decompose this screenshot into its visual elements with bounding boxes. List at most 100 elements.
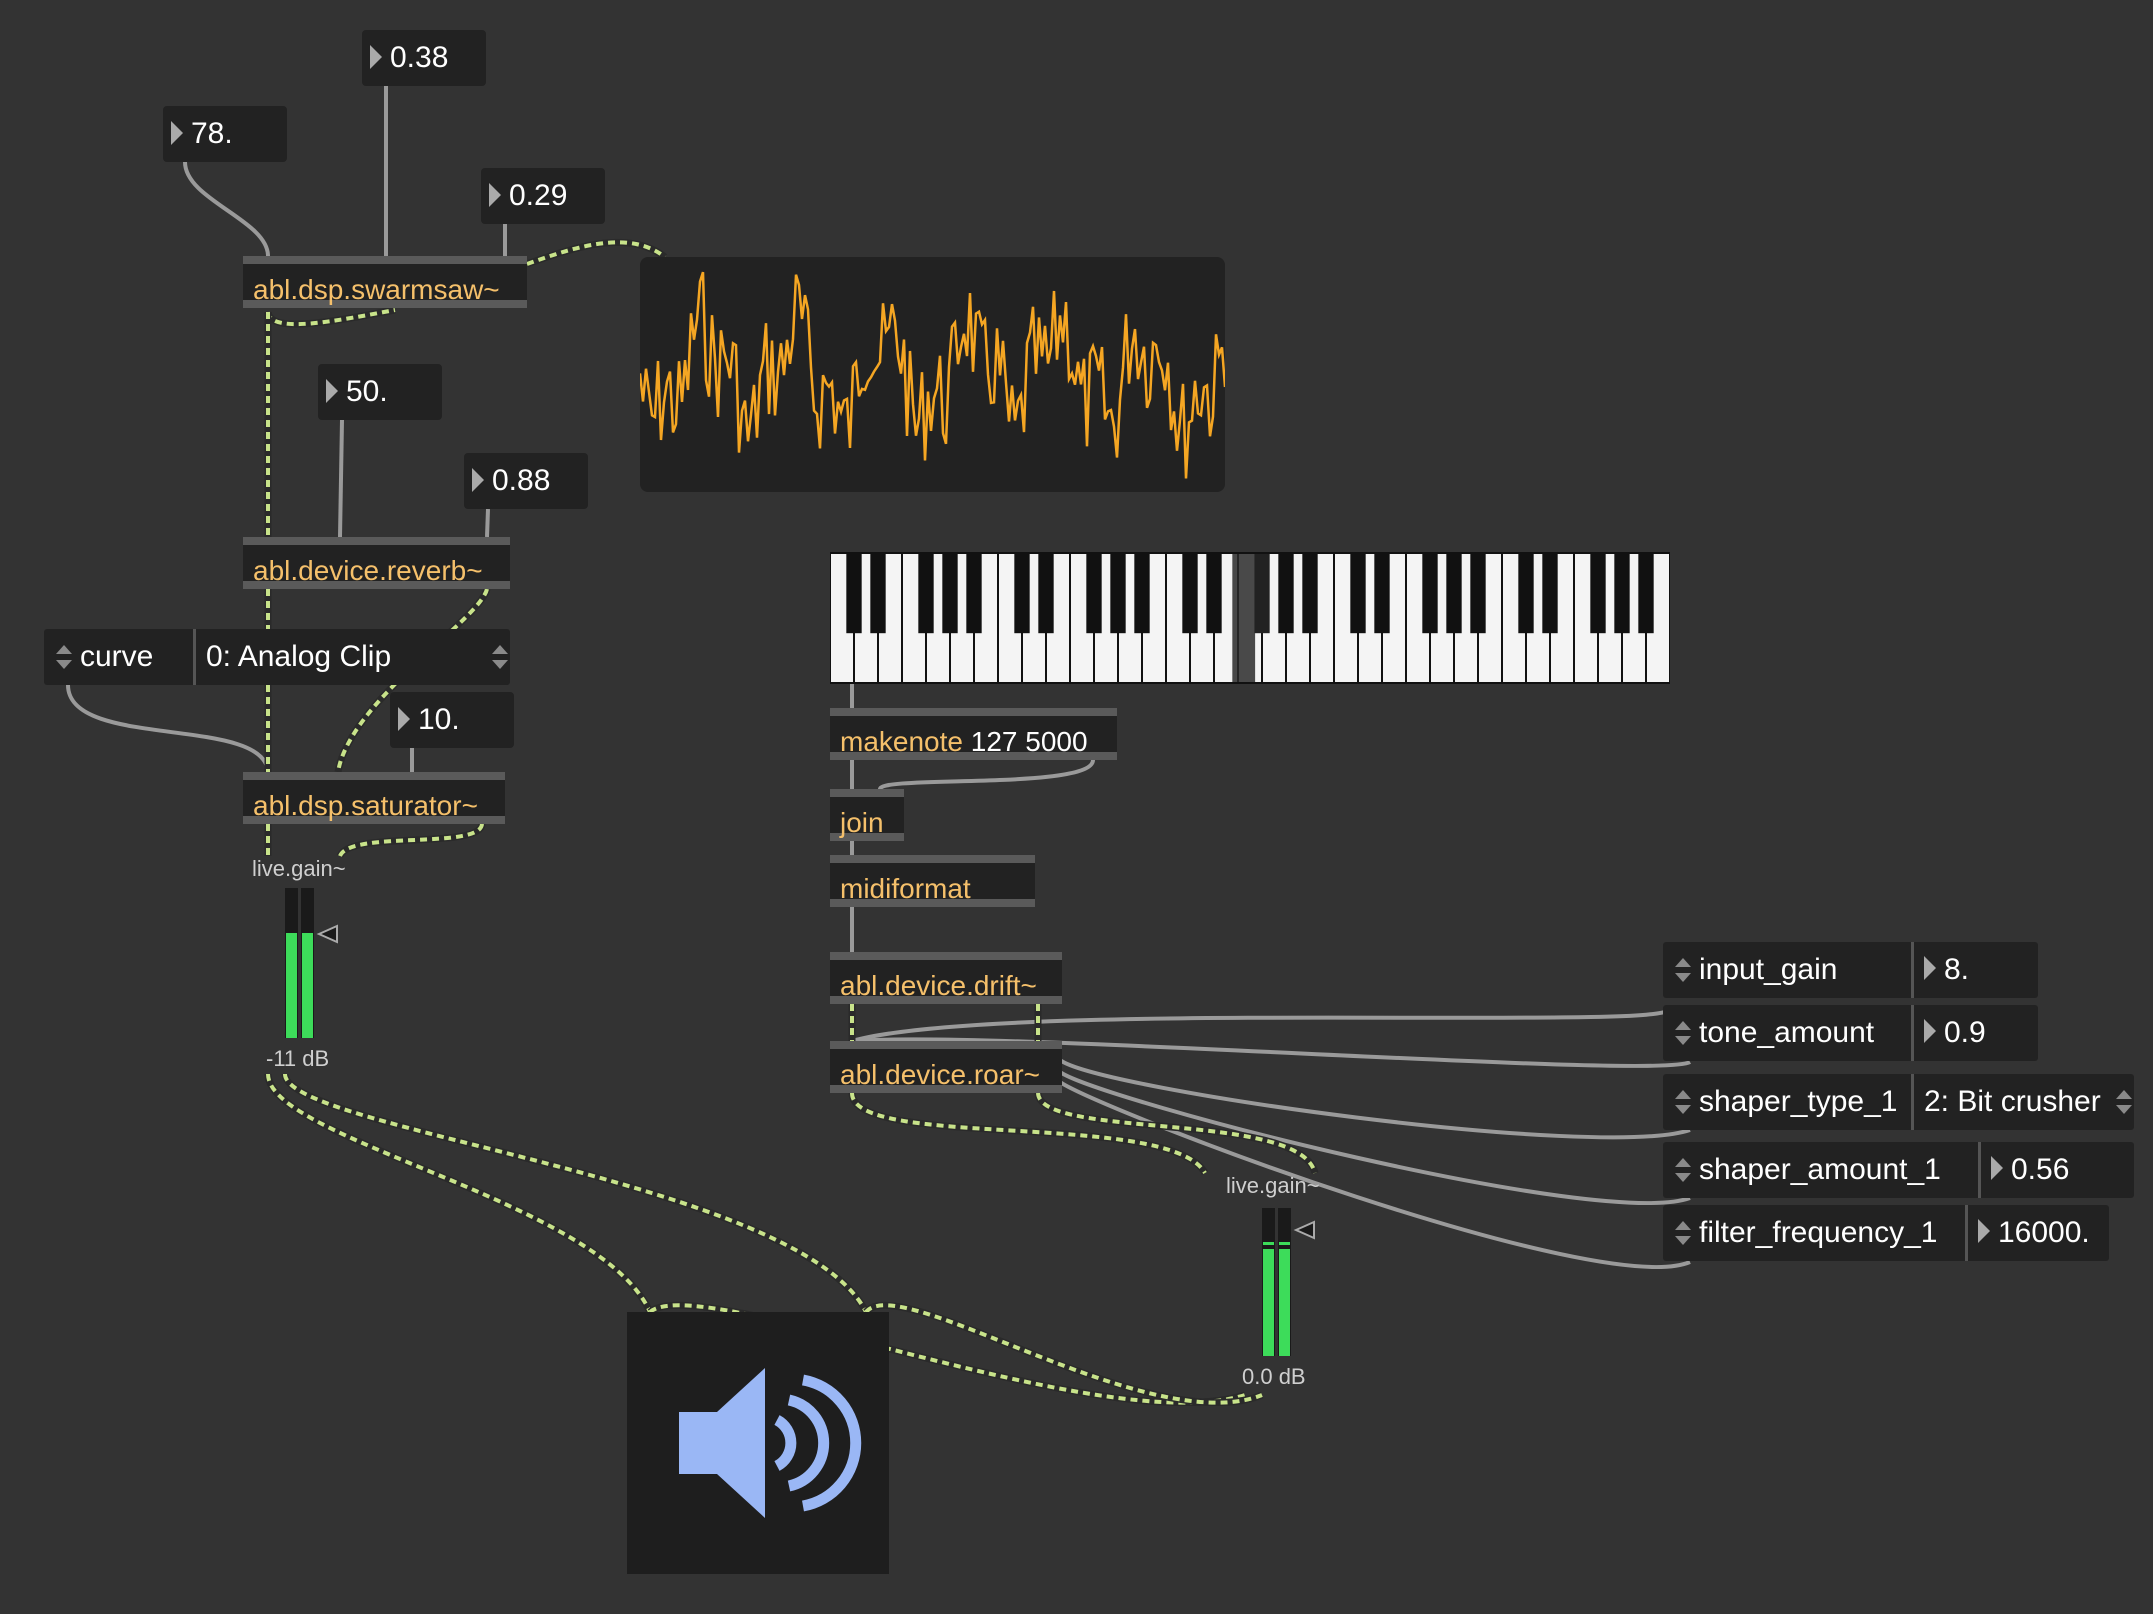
piano-highlight-column (1232, 554, 1256, 682)
param-input-gain-value-area[interactable]: 8. (1914, 942, 1969, 998)
param-shaper-amount-1-label-area: shaper_amount_1 (1663, 1142, 1981, 1198)
cord-0-88-to-reverb[interactable] (485, 508, 490, 538)
cord-curve-to-saturator[interactable] (66, 684, 270, 773)
cord-roar-right-to-gain[interactable] (1036, 1092, 1317, 1174)
up-down-arrows-icon (1663, 950, 1699, 990)
piano-black-key[interactable] (942, 554, 958, 634)
param-shaper-amount-1[interactable]: shaper_amount_1 0.56 (1663, 1142, 2134, 1198)
piano-black-key[interactable] (1542, 554, 1558, 634)
right-triangle-icon (489, 183, 501, 208)
piano-black-key[interactable] (1422, 554, 1438, 634)
cord-gain-left-to-dac-left[interactable] (266, 1073, 652, 1313)
param-input-gain-value: 8. (1944, 953, 1970, 986)
scope-waveform (640, 271, 1225, 479)
object-swarmsaw[interactable]: abl.dsp.swarmsaw~ (243, 256, 527, 308)
up-down-arrows-icon (1663, 1213, 1699, 1253)
cord-78-to-swarmsaw[interactable] (183, 161, 270, 257)
param-shaper-type-1-value-area[interactable]: 2: Bit crusher (1914, 1074, 2134, 1130)
piano-black-key[interactable] (1110, 554, 1126, 634)
piano-black-key[interactable] (1086, 554, 1102, 634)
cord-roar-left-to-gain-shadow (848, 1092, 1209, 1176)
cord-gain-left-to-dac-left-shadow (264, 1073, 654, 1314)
object-makenote-args: 127 5000 (970, 726, 1088, 757)
left-gain-meter[interactable] (285, 888, 341, 1038)
cord-input-gain-to-roar[interactable] (851, 1008, 1670, 1043)
right-triangle-icon (326, 379, 338, 404)
right-triangle-icon (171, 121, 183, 146)
piano-black-key[interactable] (846, 554, 862, 634)
piano-black-key[interactable] (1278, 554, 1294, 634)
curve-menu-label: curve (80, 640, 154, 673)
right-gain-meter[interactable] (1262, 1208, 1318, 1356)
object-saturator[interactable]: abl.dsp.saturator~ (243, 772, 505, 824)
gain-slider-triangle-icon (1293, 1220, 1315, 1240)
number-box-0-29[interactable]: 0.29 (481, 168, 605, 224)
curve-menu[interactable]: curve 0: Analog Clip (44, 629, 510, 685)
piano-black-key[interactable] (1014, 554, 1030, 634)
piano-black-key[interactable] (1638, 554, 1654, 634)
param-shaper-amount-1-label: shaper_amount_1 (1699, 1153, 1941, 1186)
piano-black-key[interactable] (1614, 554, 1630, 634)
number-box-10[interactable]: 10. (390, 692, 514, 748)
param-shaper-type-1-label: shaper_type_1 (1699, 1085, 1898, 1118)
piano-black-key[interactable] (1350, 554, 1366, 634)
param-input-gain-label-area: input_gain (1663, 942, 1914, 998)
cord-roar-left-to-gain[interactable] (850, 1092, 1207, 1175)
right-gain-level-bar (1279, 1249, 1290, 1356)
piano-black-key[interactable] (1302, 554, 1318, 634)
object-makenote-name: makenote (840, 726, 963, 757)
cord-gain-right-to-dac-right[interactable] (283, 1073, 868, 1313)
up-down-arrows-icon (1663, 1013, 1699, 1053)
piano-black-key[interactable] (870, 554, 886, 634)
cord-shaper-amount-to-roar[interactable] (1058, 1070, 1691, 1206)
piano-black-key[interactable] (1206, 554, 1222, 634)
right-gain-label: live.gain~ (1226, 1173, 1320, 1198)
curve-menu-value: 0: Analog Clip (206, 640, 392, 673)
piano-black-key[interactable] (1182, 554, 1198, 634)
param-shaper-amount-1-value-area[interactable]: 0.56 (1981, 1142, 2069, 1198)
right-gain-readout: 0.0 dB (1242, 1364, 1306, 1389)
param-filter-frequency-1[interactable]: filter_frequency_1 16000. (1663, 1205, 2109, 1261)
up-down-arrows-icon (1663, 1150, 1699, 1190)
piano-black-key[interactable] (1134, 554, 1150, 634)
object-drift[interactable]: abl.device.drift~ (830, 952, 1062, 1004)
cord-50-to-reverb[interactable] (338, 419, 344, 538)
piano-black-key[interactable] (1374, 554, 1390, 634)
piano-black-key[interactable] (1470, 554, 1486, 634)
piano-black-key[interactable] (918, 554, 934, 634)
object-join[interactable]: join (830, 789, 904, 841)
piano-black-key[interactable] (1518, 554, 1534, 634)
param-tone-amount[interactable]: tone_amount 0.9 (1663, 1005, 2038, 1061)
param-tone-amount-value-area[interactable]: 0.9 (1914, 1005, 1986, 1061)
piano-keyboard[interactable] (830, 552, 1670, 684)
curve-menu-label-area: curve (44, 629, 196, 685)
param-filter-frequency-1-value-area[interactable]: 16000. (1968, 1205, 2090, 1261)
piano-black-key[interactable] (966, 554, 982, 634)
object-midiformat[interactable]: midiformat (830, 855, 1035, 907)
audio-output-button[interactable] (627, 1312, 889, 1574)
cord-roar-right-to-gain-shadow (1034, 1092, 1319, 1175)
up-down-arrows-icon (44, 637, 80, 677)
piano-black-key[interactable] (1446, 554, 1462, 634)
number-box-0-88[interactable]: 0.88 (464, 453, 588, 509)
cord-filter-frequency-to-roar[interactable] (1058, 1080, 1691, 1269)
param-filter-frequency-1-label: filter_frequency_1 (1699, 1216, 1938, 1249)
number-box-0-38[interactable]: 0.38 (362, 30, 486, 86)
piano-black-key[interactable] (1590, 554, 1606, 634)
piano-black-key-highlighted[interactable] (1254, 554, 1270, 634)
param-input-gain[interactable]: input_gain 8. (1663, 942, 2038, 998)
up-down-arrows-icon (2104, 1082, 2134, 1122)
param-shaper-type-1-value: 2: Bit crusher (1924, 1085, 2101, 1118)
object-roar[interactable]: abl.device.roar~ (830, 1041, 1062, 1093)
object-reverb[interactable]: abl.device.reverb~ (243, 537, 510, 589)
param-shaper-type-1[interactable]: shaper_type_1 2: Bit crusher (1663, 1074, 2134, 1130)
curve-menu-value-area[interactable]: 0: Analog Clip (196, 629, 510, 685)
up-down-arrows-icon (1663, 1082, 1699, 1122)
cord-shaper-type-to-roar[interactable] (1058, 1058, 1691, 1140)
number-box-50[interactable]: 50. (318, 364, 442, 420)
piano-black-key[interactable] (1038, 554, 1054, 634)
left-gain-label: live.gain~ (252, 856, 346, 881)
number-box-78[interactable]: 78. (163, 106, 287, 162)
cord-gainright-to-dac-right[interactable] (864, 1303, 1263, 1405)
object-makenote[interactable]: makenote 127 5000 (830, 708, 1117, 760)
